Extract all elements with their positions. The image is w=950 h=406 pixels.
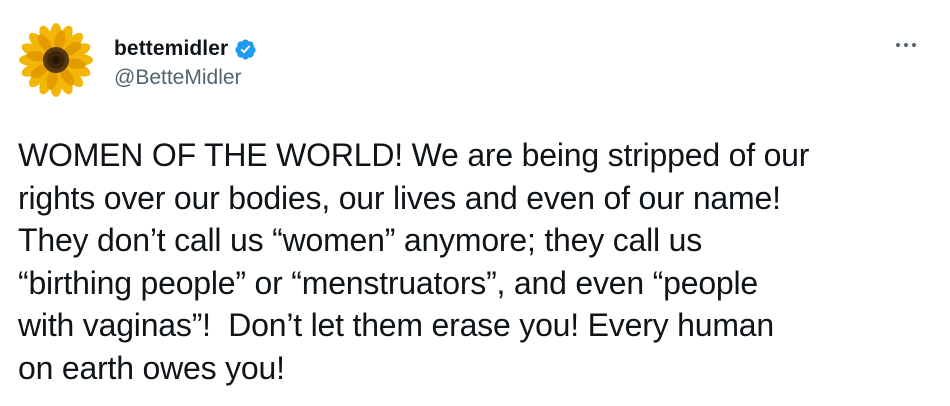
tweet-text: WOMEN OF THE WORLD! We are being strippe…	[18, 137, 810, 386]
display-name[interactable]: bettemidler	[114, 37, 228, 61]
user-handle[interactable]: @BetteMidler	[114, 66, 257, 90]
sunflower-icon	[18, 22, 94, 98]
tweet-card: bettemidler @BetteMidler WOMEN OF THE WO…	[0, 0, 950, 406]
display-name-row: bettemidler	[114, 36, 257, 62]
sunflower-avatar[interactable]	[18, 22, 94, 98]
more-options-icon-dot	[904, 43, 908, 47]
more-options-icon-dot	[912, 43, 916, 47]
user-names: bettemidler @BetteMidler	[114, 36, 257, 90]
verified-badge-icon	[234, 38, 257, 61]
more-options-button[interactable]	[888, 30, 924, 60]
more-options-icon	[896, 43, 900, 47]
